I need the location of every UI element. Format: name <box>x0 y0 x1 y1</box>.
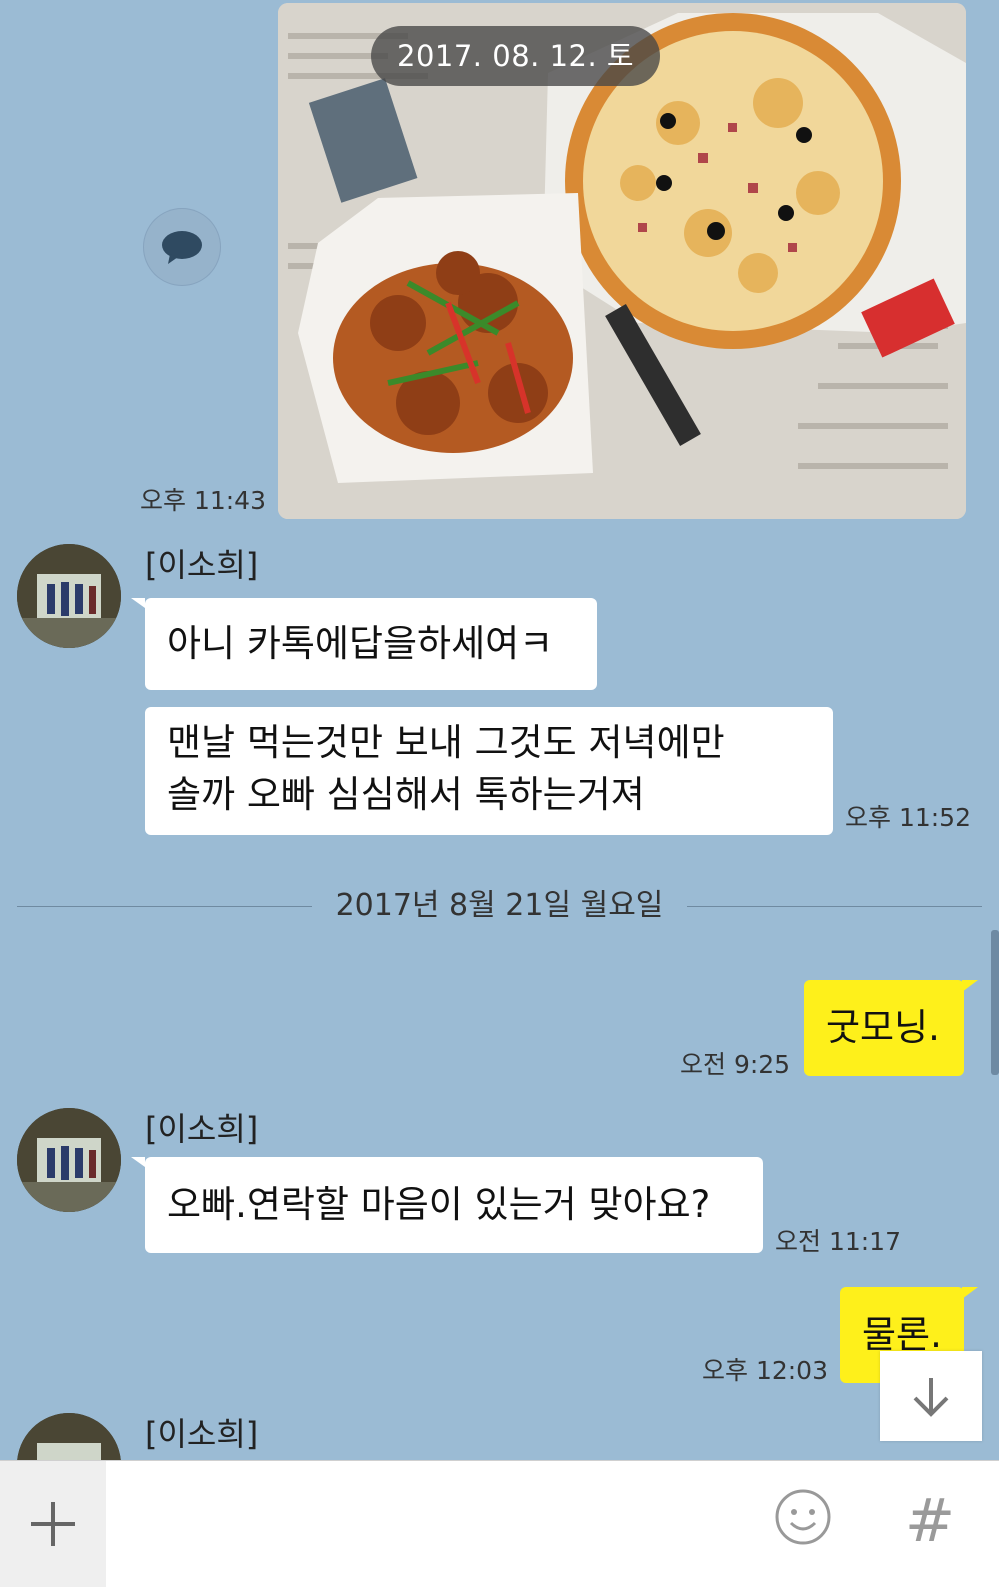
arrow-down-icon <box>913 1378 949 1417</box>
avatar[interactable] <box>17 1108 121 1212</box>
message-time: 오후 11:52 <box>845 803 971 832</box>
chat-bubble-icon <box>162 231 202 264</box>
sender-name: [이소희] <box>145 1415 259 1453</box>
message-bubble[interactable]: 맨날 먹는것만 보내 그것도 저녁에만 솔까 오빠 심심해서 톡하는거져 <box>145 707 833 835</box>
bubble-tail <box>131 1157 145 1167</box>
avatar-image <box>17 544 121 648</box>
chat-area[interactable]: 2017. 08. 12. 토 오후 11:43 [이소희] 아니 카톡에답을하… <box>0 0 999 1460</box>
message-text-line1: 맨날 먹는것만 보내 그것도 저녁에만 <box>167 721 725 764</box>
message-bubble[interactable]: 아니 카톡에답을하세여ㅋ <box>145 598 597 690</box>
message-text-line2: 솔까 오빠 심심해서 톡하는거져 <box>167 773 645 816</box>
message-input-bar: # <box>0 1460 999 1587</box>
sender-name: [이소희] <box>145 546 259 584</box>
message-text: 오빠.연락할 마음이 있는거 맞아요? <box>167 1183 711 1226</box>
avatar-image <box>17 1413 121 1460</box>
message-bubble[interactable]: 오빠.연락할 마음이 있는거 맞아요? <box>145 1157 763 1253</box>
message-time: 오후 12:03 <box>702 1356 828 1385</box>
date-divider: 2017년 8월 21일 월요일 <box>17 886 982 926</box>
scroll-to-bottom-button[interactable] <box>880 1351 982 1441</box>
message-input[interactable] <box>112 1479 756 1571</box>
avatar[interactable] <box>17 544 121 648</box>
sender-name: [이소희] <box>145 1110 259 1148</box>
plus-icon <box>31 1502 75 1546</box>
my-message-bubble[interactable]: 굿모닝. <box>804 980 964 1076</box>
message-text: 굿모닝. <box>826 1006 940 1049</box>
emoji-button[interactable] <box>774 1488 832 1546</box>
bubble-tail <box>962 980 978 992</box>
attach-button[interactable] <box>0 1461 106 1587</box>
bubble-tail <box>131 598 145 608</box>
avatar-image <box>17 1108 121 1212</box>
emoji-icon <box>775 1489 831 1545</box>
message-time: 오후 11:43 <box>140 486 266 515</box>
avatar[interactable] <box>17 1413 121 1460</box>
scrollbar[interactable] <box>991 930 999 1075</box>
message-text: 물론. <box>862 1313 942 1356</box>
message-time: 오전 11:17 <box>775 1227 901 1256</box>
bubble-tail <box>962 1287 978 1299</box>
message-time: 오전 9:25 <box>680 1050 791 1079</box>
date-divider-label: 2017년 8월 21일 월요일 <box>335 888 664 923</box>
photo-date-overlay: 2017. 08. 12. 토 <box>371 26 661 86</box>
share-button[interactable] <box>143 208 221 286</box>
hash-icon[interactable]: # <box>900 1481 960 1561</box>
message-text: 아니 카톡에답을하세여ㅋ <box>167 622 554 665</box>
